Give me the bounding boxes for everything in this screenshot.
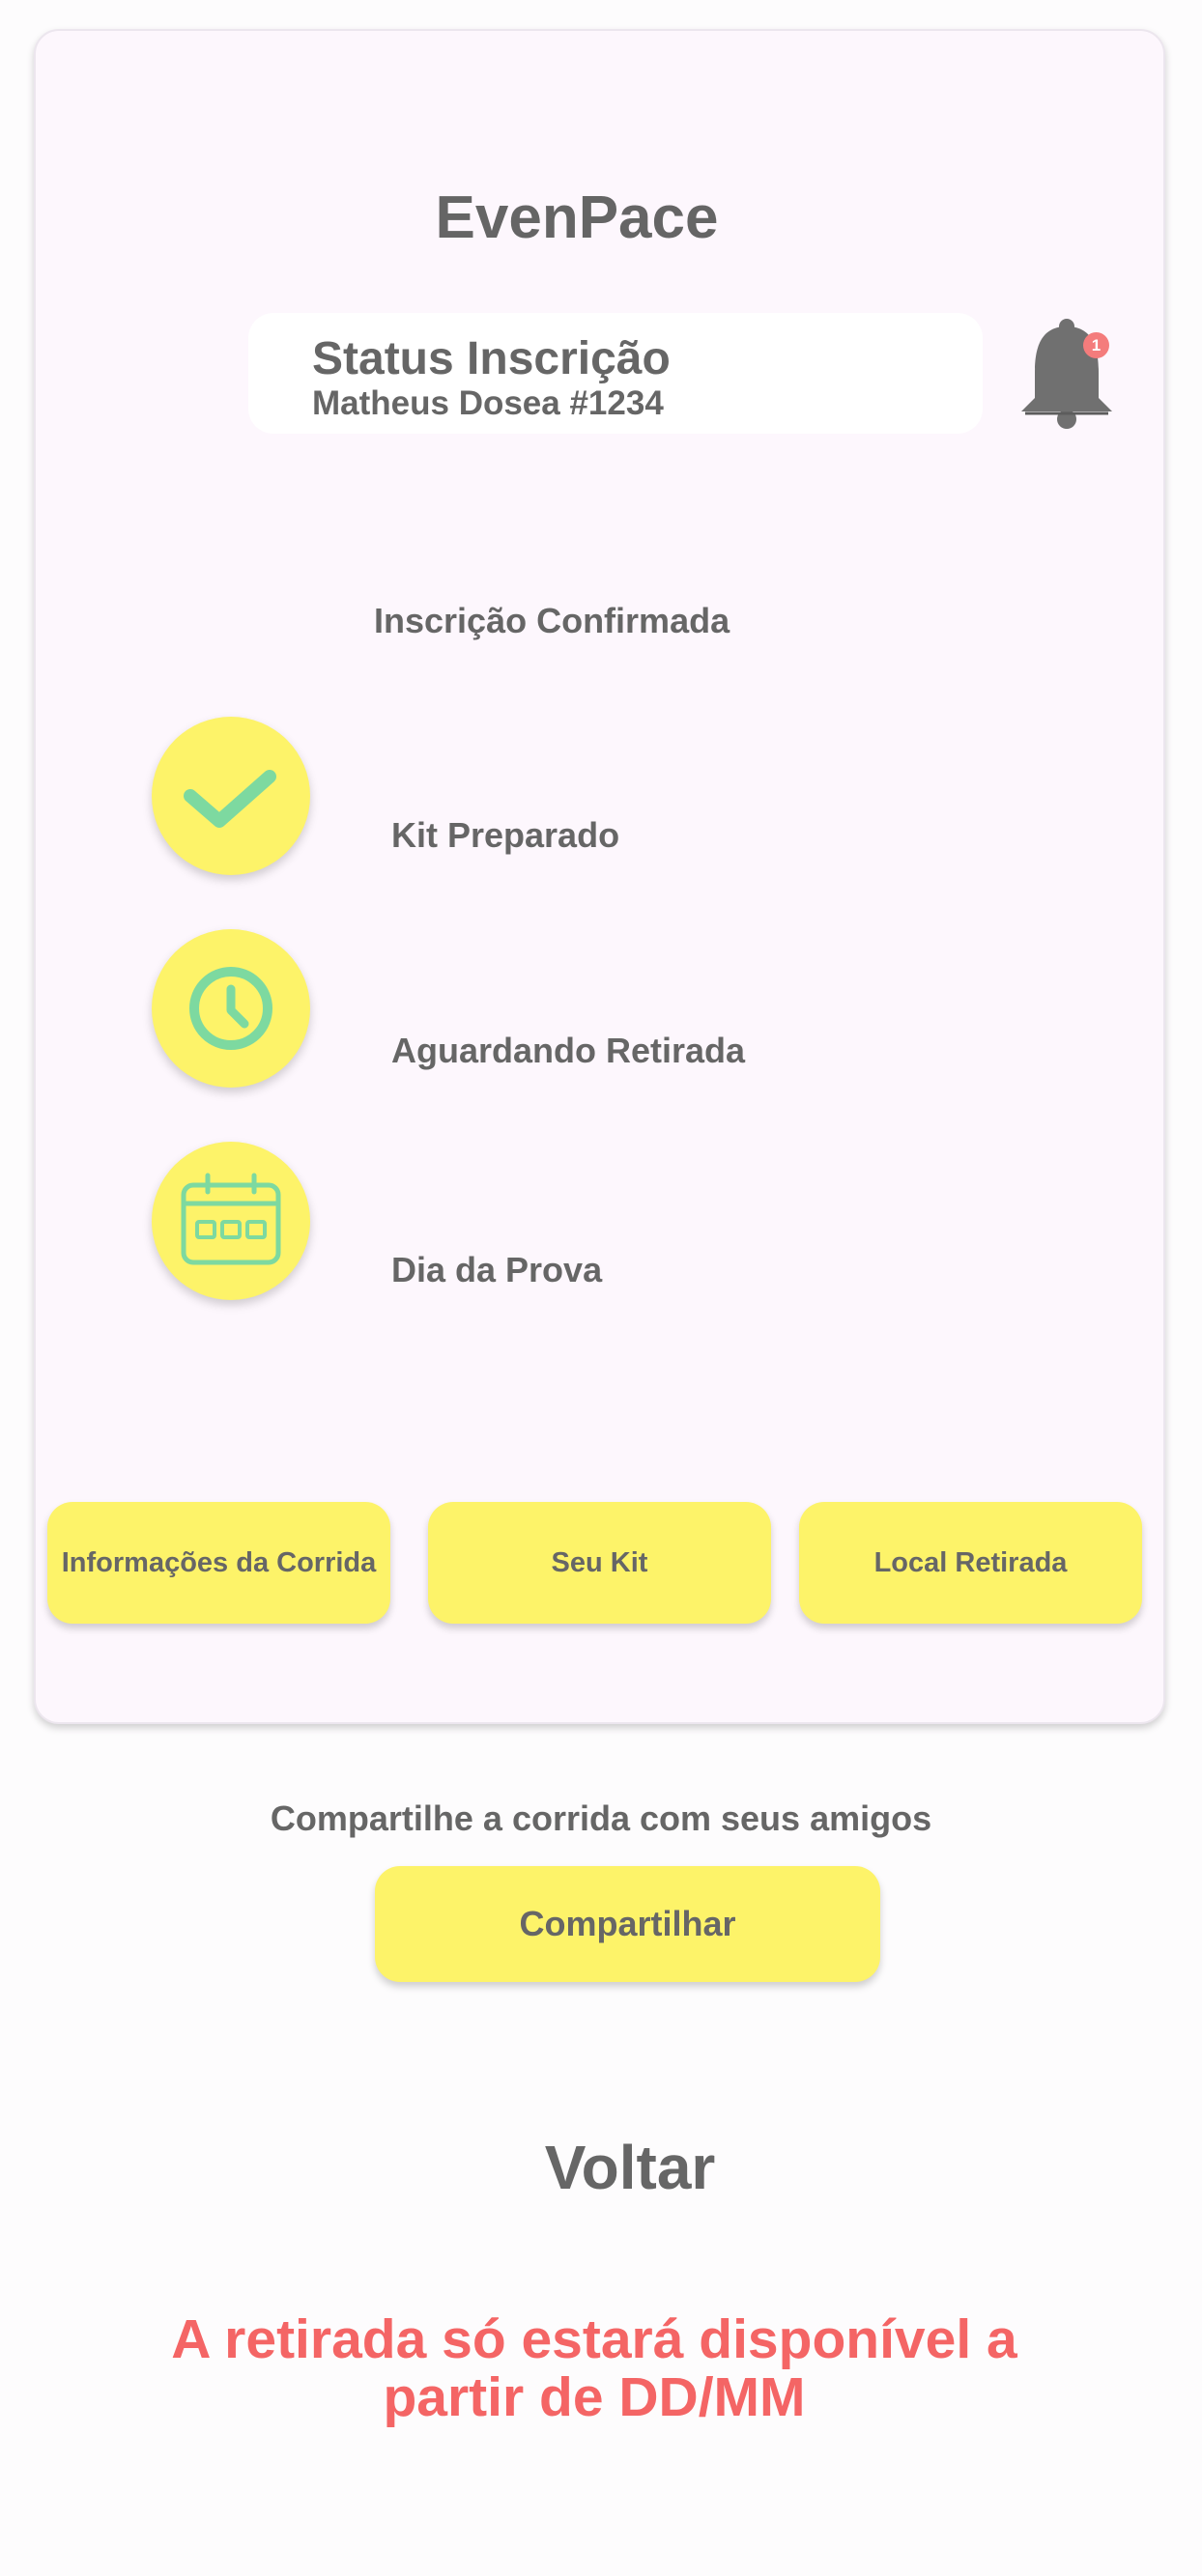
kit-prepared-step xyxy=(152,717,310,875)
pickup-availability-warning: A retirada só estará disponível a partir… xyxy=(171,2308,1017,2428)
awaiting-pickup-step xyxy=(152,929,310,1088)
pickup-location-button[interactable]: Local Retirada xyxy=(799,1502,1142,1624)
share-button[interactable]: Compartilhar xyxy=(375,1866,880,1982)
race-day-step xyxy=(152,1142,310,1300)
registration-status-box: Status Inscrição Matheus Dosea #1234 xyxy=(248,313,983,434)
check-icon xyxy=(184,770,276,828)
calendar-icon xyxy=(181,1173,281,1265)
notifications-button[interactable]: 1 xyxy=(1014,313,1120,439)
participant-name: Matheus Dosea #1234 xyxy=(312,384,664,422)
your-kit-button[interactable]: Seu Kit xyxy=(428,1502,771,1624)
bell-icon xyxy=(1021,319,1112,429)
registration-confirmed-label: Inscrição Confirmada xyxy=(374,601,730,640)
share-prompt: Compartilhe a corrida com seus amigos xyxy=(270,1798,932,1838)
notification-badge: 1 xyxy=(1083,332,1109,358)
race-day-label: Dia da Prova xyxy=(391,1250,603,1289)
status-card: EvenPace Status Inscrição Matheus Dosea … xyxy=(34,29,1165,1724)
app-title: EvenPace xyxy=(435,184,719,251)
status-title: Status Inscrição xyxy=(312,333,671,384)
clock-icon xyxy=(189,967,272,1050)
awaiting-pickup-label: Aguardando Retirada xyxy=(391,1031,746,1070)
kit-prepared-label: Kit Preparado xyxy=(391,815,620,855)
back-button[interactable]: Voltar xyxy=(0,2132,1202,2203)
race-info-button[interactable]: Informações da Corrida xyxy=(47,1502,390,1624)
